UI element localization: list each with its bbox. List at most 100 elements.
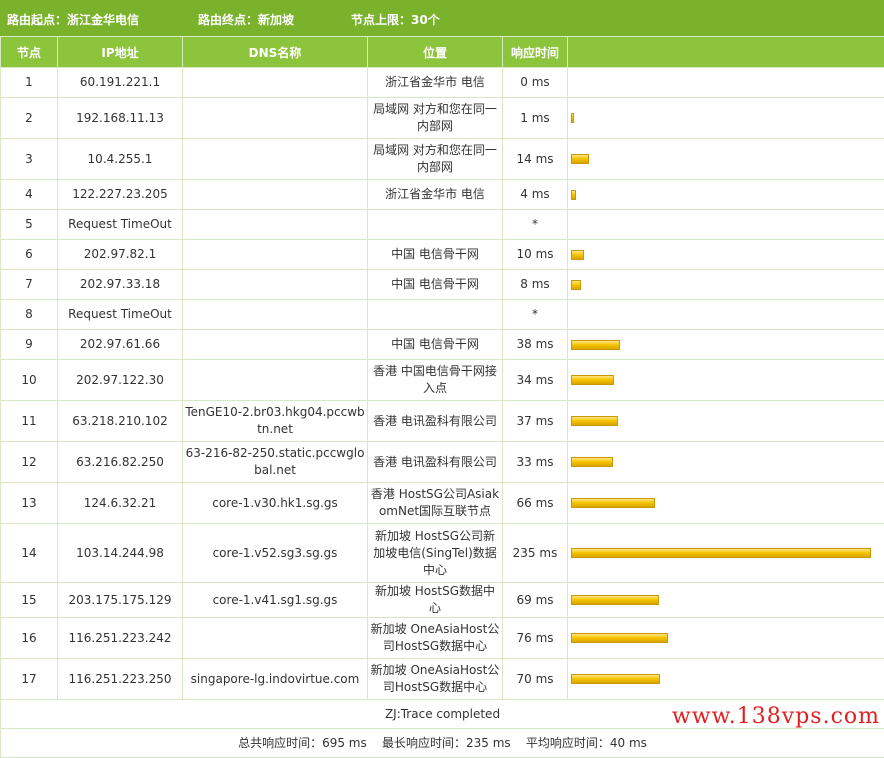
table-row: 14103.14.244.98core-1.v52.sg3.sg.gs新加坡 H… [1,524,884,583]
dns-name [183,139,368,180]
location: 新加坡 HostSG公司新加坡电信(SingTel)数据中心 [368,524,503,583]
location: 新加坡 OneAsiaHost公司HostSG数据中心 [368,618,503,659]
location: 浙江省金华市 电信 [368,180,503,210]
response-bar-cell [568,180,884,210]
route-end-label: 路由终点：新加坡 [198,11,294,28]
response-time: 76 ms [503,618,568,659]
response-bar-cell [568,401,884,442]
response-bar-cell [568,659,884,700]
dns-name [183,240,368,270]
route-start-label: 路由起点：浙江金华电信 [7,11,139,28]
response-bar [571,498,655,508]
ip-address: Request TimeOut [58,300,183,330]
response-time: 33 ms [503,442,568,483]
response-time: * [503,210,568,240]
dns-name: TenGE10-2.br03.hkg04.pccwbtn.net [183,401,368,442]
ip-address: 124.6.32.21 [58,483,183,524]
table-row: 13124.6.32.21core-1.v30.hk1.sg.gs香港 Host… [1,483,884,524]
ip-address: 63.216.82.250 [58,442,183,483]
col-header-bar [568,37,884,68]
table-row: 310.4.255.1局域网 对方和您在同一内部网14 ms [1,139,884,180]
location: 新加坡 HostSG数据中心 [368,583,503,618]
hop-number: 1 [1,68,58,98]
column-header-row: 节点 IP地址 DNS名称 位置 响应时间 [1,37,884,68]
hop-number: 13 [1,483,58,524]
hop-number: 16 [1,618,58,659]
table-row: 17116.251.223.250singapore-lg.indovirtue… [1,659,884,700]
response-bar-cell [568,483,884,524]
response-bar [571,340,620,350]
dns-name [183,360,368,401]
table-row: 5Request TimeOut * [1,210,884,240]
location: 中国 电信骨干网 [368,270,503,300]
response-time: 69 ms [503,583,568,618]
response-bar-cell [568,583,884,618]
table-row: 4122.227.23.205 浙江省金华市 电信4 ms [1,180,884,210]
response-time: 10 ms [503,240,568,270]
response-bar [571,548,871,558]
location: 浙江省金华市 电信 [368,68,503,98]
table-row: 7202.97.33.18中国 电信骨干网8 ms [1,270,884,300]
response-bar [571,190,576,200]
ip-address: 202.97.82.1 [58,240,183,270]
ip-address: 192.168.11.13 [58,98,183,139]
response-bar [571,457,613,467]
response-time: 34 ms [503,360,568,401]
response-bar-cell [568,330,884,360]
hop-number: 14 [1,524,58,583]
table-row: 2192.168.11.13局域网 对方和您在同一内部网1 ms [1,98,884,139]
dns-name [183,330,368,360]
response-bar [571,416,618,426]
hop-number: 8 [1,300,58,330]
response-bar [571,154,589,164]
response-time: * [503,300,568,330]
hop-number: 17 [1,659,58,700]
location: 香港 HostSG公司AsiakomNet国际互联节点 [368,483,503,524]
ip-address: 203.175.175.129 [58,583,183,618]
location: 中国 电信骨干网 [368,330,503,360]
ip-address: 60.191.221.1 [58,68,183,98]
response-time: 70 ms [503,659,568,700]
response-bar [571,633,668,643]
ip-address: 202.97.61.66 [58,330,183,360]
location: 中国 电信骨干网 [368,240,503,270]
response-time: 4 ms [503,180,568,210]
ip-address: 122.227.23.205 [58,180,183,210]
response-bar [571,113,574,123]
table-row: 160.191.221.1 浙江省金华市 电信0 ms [1,68,884,98]
trace-table: 节点 IP地址 DNS名称 位置 响应时间 160.191.221.1 浙江省金华… [0,36,884,758]
response-bar-cell [568,442,884,483]
table-row: 1163.218.210.102TenGE10-2.br03.hkg04.pcc… [1,401,884,442]
response-time: 14 ms [503,139,568,180]
hop-number: 4 [1,180,58,210]
ip-address: 202.97.33.18 [58,270,183,300]
table-row: 9202.97.61.66中国 电信骨干网38 ms [1,330,884,360]
hop-number: 5 [1,210,58,240]
trace-summary-text: 总共响应时间：695 ms 最长响应时间：235 ms 平均响应时间：40 ms [1,729,884,758]
response-time: 0 ms [503,68,568,98]
location: 局域网 对方和您在同一内部网 [368,98,503,139]
col-header-dns: DNS名称 [183,37,368,68]
response-bar [571,280,581,290]
response-bar [571,375,614,385]
response-bar-cell [568,270,884,300]
table-row: 8Request TimeOut * [1,300,884,330]
table-row: 1263.216.82.25063-216-82-250.static.pccw… [1,442,884,483]
location [368,210,503,240]
hop-number: 11 [1,401,58,442]
dns-name: singapore-lg.indovirtue.com [183,659,368,700]
ip-address: Request TimeOut [58,210,183,240]
response-bar-cell [568,98,884,139]
ip-address: 63.218.210.102 [58,401,183,442]
location: 局域网 对方和您在同一内部网 [368,139,503,180]
dns-name: core-1.v30.hk1.sg.gs [183,483,368,524]
ip-address: 116.251.223.250 [58,659,183,700]
hop-number: 2 [1,98,58,139]
hop-number: 10 [1,360,58,401]
ip-address: 103.14.244.98 [58,524,183,583]
response-bar-cell [568,300,884,330]
response-bar-cell [568,68,884,98]
dns-name [183,270,368,300]
col-header-response-time: 响应时间 [503,37,568,68]
col-header-node: 节点 [1,37,58,68]
